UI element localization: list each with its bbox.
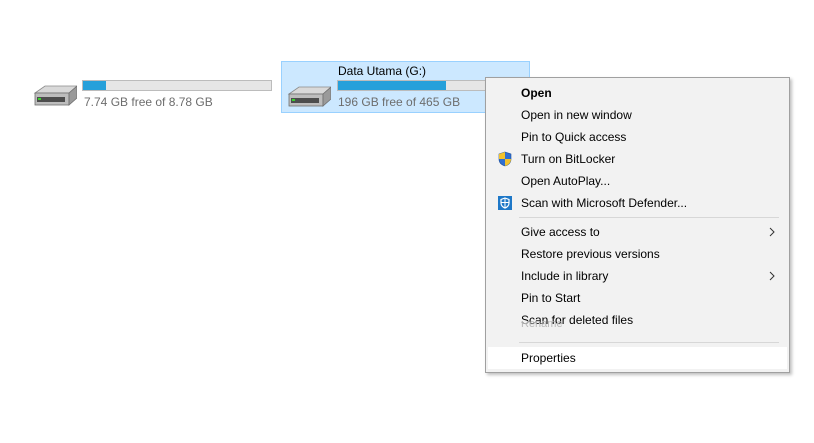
drive-name: Data Utama (G:) [338, 64, 427, 78]
menu-item-label: Open in new window [521, 108, 632, 122]
menu-item-open[interactable]: Open [488, 82, 787, 104]
menu-item-rename-hidden: Rename [521, 321, 563, 327]
drive-free-space: 7.74 GB free of 8.78 GB [84, 95, 213, 109]
drive-usage-bar-fill [338, 81, 446, 90]
menu-item-give-access[interactable]: Give access to [488, 221, 787, 243]
menu-item-pin-to-start[interactable]: Pin to Start [488, 287, 787, 309]
chevron-right-icon [769, 271, 775, 281]
menu-item-label: Open AutoPlay... [521, 174, 611, 188]
menu-item-open-new-window[interactable]: Open in new window [488, 104, 787, 126]
menu-item-pin-quick-access[interactable]: Pin to Quick access [488, 126, 787, 148]
drive-usage-bar [82, 80, 272, 91]
menu-item-label: Include in library [521, 269, 609, 283]
menu-separator [519, 342, 779, 343]
menu-item-label: Open [521, 86, 552, 100]
drive-usage-bar-fill [83, 81, 106, 90]
hard-drive-icon [33, 85, 77, 106]
menu-item-label: Pin to Quick access [521, 130, 627, 144]
menu-item-scan-defender[interactable]: Scan with Microsoft Defender... [488, 192, 787, 214]
menu-separator [519, 217, 779, 218]
shield-uac-icon [498, 151, 512, 167]
defender-icon [498, 196, 512, 210]
menu-item-label: Give access to [521, 225, 600, 239]
menu-item-label: Scan with Microsoft Defender... [521, 196, 688, 210]
menu-item-label: Turn on BitLocker [521, 152, 616, 166]
menu-item-label: Scan for deleted files [521, 313, 634, 327]
chevron-right-icon [769, 227, 775, 237]
menu-item-include-in-library[interactable]: Include in library [488, 265, 787, 287]
menu-item-turn-on-bitlocker[interactable]: Turn on BitLocker [488, 148, 787, 170]
menu-item-properties[interactable]: Properties [488, 347, 787, 369]
hard-drive-icon [287, 86, 331, 107]
drive-free-space: 196 GB free of 465 GB [338, 95, 461, 109]
menu-item-label: Pin to Start [521, 291, 581, 305]
menu-item-label: Properties [521, 351, 576, 365]
menu-item-scan-deleted-files[interactable]: Scan for deleted files [488, 309, 787, 331]
drive-tile-1[interactable]: 7.74 GB free of 8.78 GB [28, 77, 278, 111]
menu-item-restore-previous-versions[interactable]: Restore previous versions [488, 243, 787, 265]
menu-item-open-autoplay[interactable]: Open AutoPlay... [488, 170, 787, 192]
menu-item-label: Restore previous versions [521, 247, 660, 261]
context-menu: Open Open in new window Pin to Quick acc… [485, 77, 790, 373]
